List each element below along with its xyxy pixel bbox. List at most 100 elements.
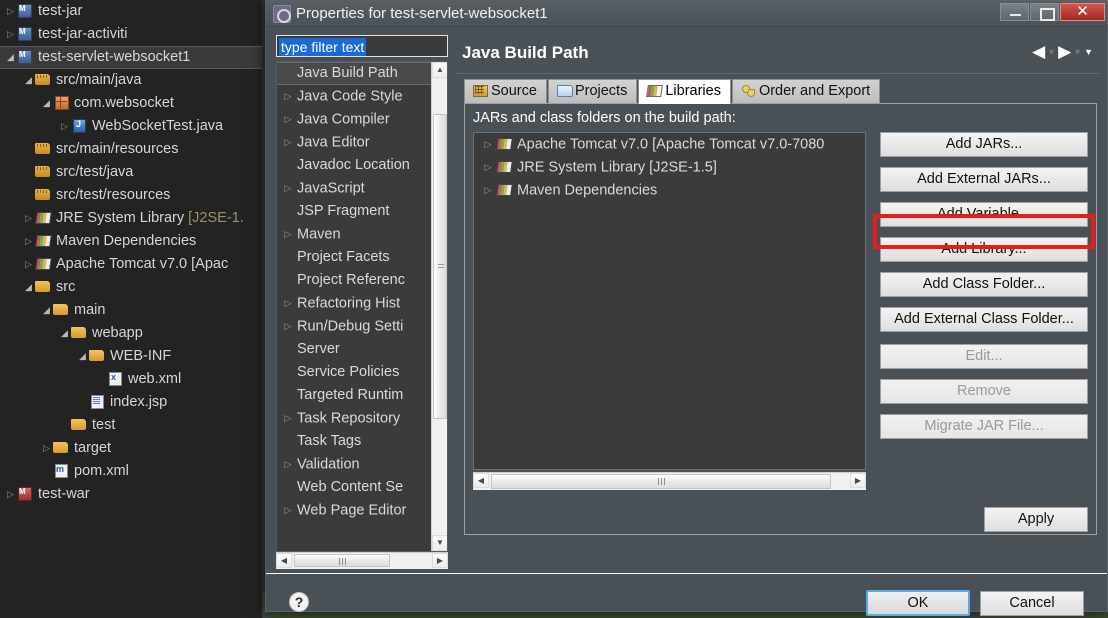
add-external-class-folder-button[interactable]: Add External Class Folder... [880, 307, 1088, 332]
settings-nav-item[interactable]: ▷ JavaScript [277, 177, 432, 200]
project-tree-item[interactable]: ◢ src/main/java [0, 69, 262, 92]
list-hscroll-thumb[interactable] [491, 474, 831, 489]
project-tree-item[interactable]: web.xml [0, 368, 262, 391]
settings-nav-item[interactable]: Service Policies [277, 361, 432, 384]
forward-arrow-icon[interactable]: ▶ [1058, 43, 1071, 61]
forward-dropdown-caret-icon[interactable]: ▼ [1073, 47, 1082, 57]
expand-arrow-icon[interactable]: ◢ [40, 299, 53, 322]
project-tree-item[interactable]: pom.xml [0, 460, 262, 483]
maximize-button[interactable] [1030, 3, 1059, 21]
expand-arrow-icon[interactable]: ◢ [40, 92, 53, 115]
settings-nav-item[interactable]: JSP Fragment [277, 200, 432, 223]
expand-arrow-icon[interactable]: ◢ [22, 69, 35, 92]
nav-horizontal-scrollbar-wrapper[interactable]: ◀ ▶ [276, 552, 448, 569]
collapse-arrow-icon[interactable]: ▷ [279, 131, 297, 154]
tab-projects[interactable]: Projects [547, 79, 638, 104]
properties-dialog[interactable]: Properties for test-servlet-websocket1 t… [265, 0, 1108, 616]
project-tree-item[interactable]: ▷ test-war [0, 483, 262, 506]
settings-nav-item[interactable]: ▷ Web Page Editor [277, 499, 432, 522]
page-menu-caret-icon[interactable]: ▼ [1084, 47, 1093, 57]
project-tree-item[interactable]: src/test/resources [0, 184, 262, 207]
collapse-arrow-icon[interactable]: ▷ [279, 108, 297, 131]
tab-libraries[interactable]: Libraries [638, 79, 731, 104]
settings-nav-item[interactable]: ▷ Run/Debug Setti [277, 315, 432, 338]
nav-scroll-up-arrow[interactable]: ▲ [432, 62, 447, 78]
expand-arrow-icon[interactable]: ◢ [76, 345, 89, 368]
collapse-arrow-icon[interactable]: ▷ [279, 407, 297, 430]
nav-horizontal-scrollbar[interactable]: ◀ ▶ [276, 552, 448, 569]
collapse-arrow-icon[interactable]: ▷ [279, 315, 297, 338]
project-tree-item[interactable]: ◢ WEB-INF [0, 345, 262, 368]
nav-scroll-down-arrow[interactable]: ▼ [432, 535, 447, 551]
project-explorer-panel[interactable]: ▷test-jar▷test-jar-activiti◢test-servlet… [0, 0, 263, 618]
collapse-arrow-icon[interactable]: ▷ [279, 223, 297, 246]
nav-scroll-left-arrow[interactable]: ◀ [276, 553, 292, 568]
settings-nav-item[interactable]: Targeted Runtim [277, 384, 432, 407]
collapse-arrow-icon[interactable]: ▷ [279, 453, 297, 476]
settings-nav-item[interactable]: Project Facets [277, 246, 432, 269]
project-tree-item[interactable]: ◢ test-servlet-websocket1 [0, 46, 262, 69]
expand-arrow-icon[interactable]: ◢ [4, 47, 17, 68]
build-path-entry[interactable]: ▷ Maven Dependencies [474, 179, 865, 202]
filter-input-wrapper[interactable]: type filter text [276, 35, 448, 57]
project-tree-item[interactable]: ◢ main [0, 299, 262, 322]
settings-nav-item[interactable]: ▷ Java Code Style [277, 85, 432, 108]
collapse-arrow-icon[interactable]: ▷ [40, 437, 53, 460]
settings-nav-item[interactable]: ▷ Maven [277, 223, 432, 246]
close-button[interactable] [1060, 2, 1105, 22]
project-tree-item[interactable]: index.jsp [0, 391, 262, 414]
project-tree-item[interactable]: ◢ webapp [0, 322, 262, 345]
project-tree-item[interactable]: ▷ JRE System Library [J2SE-1. [0, 207, 262, 230]
collapse-arrow-icon[interactable]: ▷ [279, 292, 297, 315]
settings-nav-item[interactable]: ▷ Java Editor [277, 131, 432, 154]
project-tree-item[interactable]: ◢ com.websocket [0, 92, 262, 115]
help-icon[interactable]: ? [289, 592, 309, 612]
project-tree-item[interactable]: src/main/resources [0, 138, 262, 161]
project-tree-item[interactable]: src/test/java [0, 161, 262, 184]
collapse-arrow-icon[interactable]: ▷ [279, 499, 297, 522]
ok-button[interactable]: OK [866, 590, 970, 616]
project-tree-item[interactable]: test [0, 414, 262, 437]
build-path-tabs[interactable]: Source Projects Libraries Order and Export [464, 79, 1097, 104]
library-action-buttons[interactable]: Add JARs... Add External JARs... Add Varia… [880, 132, 1088, 449]
add-library-button[interactable]: Add Library... [880, 237, 1088, 262]
settings-nav-item[interactable]: Javadoc Location [277, 154, 432, 177]
dialog-titlebar[interactable]: Properties for test-servlet-websocket1 [266, 1, 1107, 27]
settings-nav-item[interactable]: Web Content Se [277, 476, 432, 499]
settings-nav-item[interactable]: ▷ Java Compiler [277, 108, 432, 131]
settings-nav-item[interactable]: Task Tags [277, 430, 432, 453]
nav-scroll-right-arrow[interactable]: ▶ [432, 553, 448, 568]
add-class-folder-button[interactable]: Add Class Folder... [880, 272, 1088, 297]
back-arrow-icon[interactable]: ◀ [1032, 43, 1045, 61]
tab-order-and-export[interactable]: Order and Export [731, 79, 881, 104]
list-horizontal-scrollbar[interactable]: ◀ ▶ [473, 472, 866, 490]
collapse-arrow-icon[interactable]: ▷ [480, 156, 496, 179]
collapse-arrow-icon[interactable]: ▷ [58, 115, 71, 138]
tab-source[interactable]: Source [464, 79, 547, 104]
expand-arrow-icon[interactable]: ◢ [58, 322, 71, 345]
collapse-arrow-icon[interactable]: ▷ [4, 483, 17, 506]
collapse-arrow-icon[interactable]: ▷ [4, 23, 17, 46]
project-tree-item[interactable]: ▷ WebSocketTest.java [0, 115, 262, 138]
build-path-entry-list[interactable]: ▷ Apache Tomcat v7.0 [Apache Tomcat v7.0-… [473, 132, 866, 470]
project-tree-item[interactable]: ▷ test-jar-activiti [0, 23, 262, 46]
nav-hscroll-thumb[interactable] [294, 554, 390, 567]
nav-vertical-scrollbar[interactable]: ▲ ▼ [431, 62, 447, 551]
project-tree[interactable]: ▷test-jar▷test-jar-activiti◢test-servlet… [0, 0, 262, 506]
project-tree-item[interactable]: ▷ test-jar [0, 0, 262, 23]
add-variable-button[interactable]: Add Variable... [880, 202, 1088, 227]
minimize-button[interactable] [1000, 3, 1029, 21]
project-tree-item[interactable]: ▷ Apache Tomcat v7.0 [Apac [0, 253, 262, 276]
add-external-jars-button[interactable]: Add External JARs... [880, 167, 1088, 192]
build-path-entry[interactable]: ▷ JRE System Library [J2SE-1.5] [474, 156, 865, 179]
settings-nav-item[interactable]: Java Build Path [277, 62, 432, 85]
settings-nav-item[interactable]: ▷ Refactoring Hist [277, 292, 432, 315]
settings-nav-list[interactable]: Java Build Path ▷ Java Code Style ▷ Java Com… [277, 62, 432, 522]
collapse-arrow-icon[interactable]: ▷ [22, 253, 35, 276]
list-scroll-left-arrow[interactable]: ◀ [473, 473, 489, 488]
project-tree-item[interactable]: ▷ target [0, 437, 262, 460]
collapse-arrow-icon[interactable]: ▷ [22, 230, 35, 253]
settings-nav-panel[interactable]: Java Build Path ▷ Java Code Style ▷ Java Com… [276, 61, 448, 552]
collapse-arrow-icon[interactable]: ▷ [279, 177, 297, 200]
build-path-entry[interactable]: ▷ Apache Tomcat v7.0 [Apache Tomcat v7.0-… [474, 133, 865, 156]
